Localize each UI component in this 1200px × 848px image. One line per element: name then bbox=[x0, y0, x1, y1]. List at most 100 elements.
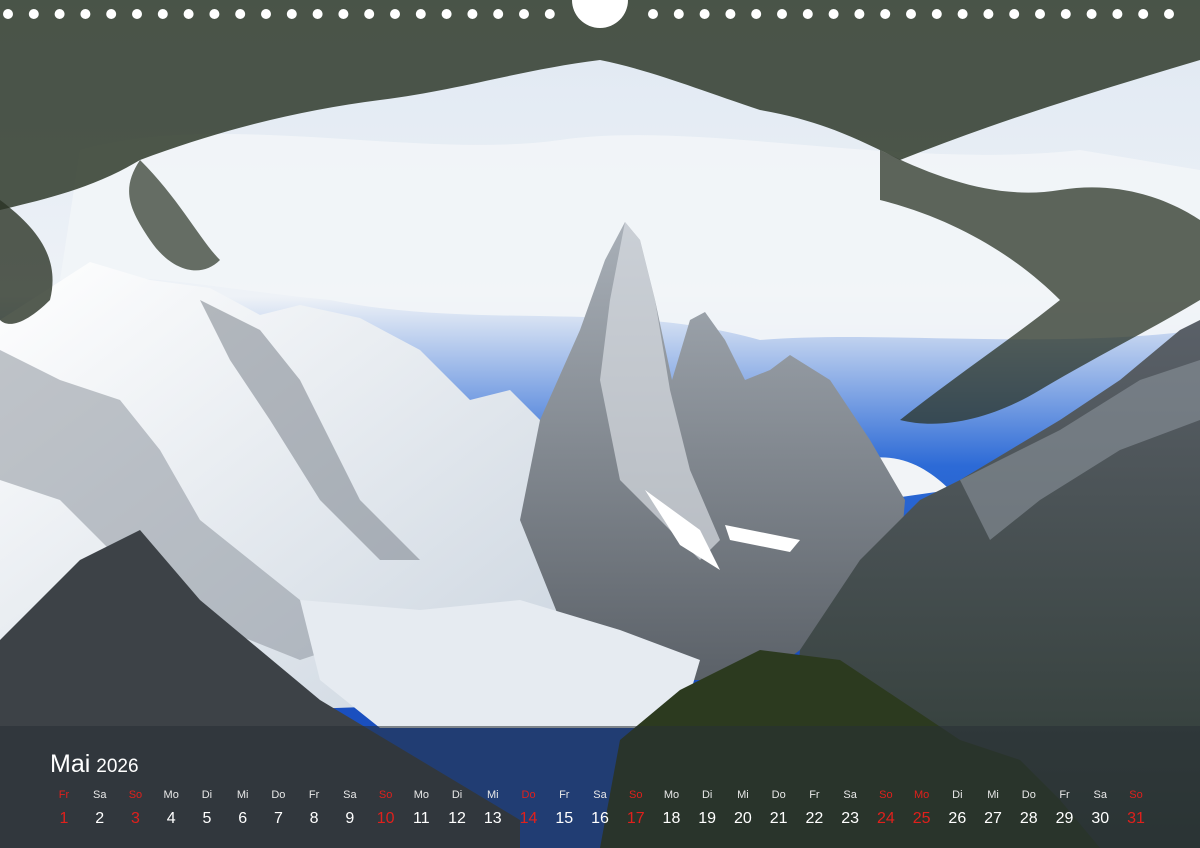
binding-hole bbox=[132, 9, 142, 19]
month-name: Mai bbox=[50, 750, 91, 778]
weekday-label: Fr bbox=[58, 789, 70, 801]
weekday-label: Mi bbox=[737, 789, 749, 801]
day-number: 26 bbox=[948, 810, 967, 827]
weekday-label: Di bbox=[201, 789, 213, 801]
day-number: 12 bbox=[448, 810, 466, 827]
weekday-label: Do bbox=[271, 789, 286, 801]
weekday-label: Sa bbox=[343, 789, 357, 801]
weekday-label: Mi bbox=[486, 789, 499, 801]
day-number: 7 bbox=[273, 810, 283, 827]
weekday-label: Mo bbox=[913, 789, 930, 801]
binding-hole bbox=[3, 9, 13, 19]
binding-hole bbox=[1112, 9, 1123, 19]
weekday-label: Do bbox=[521, 789, 536, 801]
day-number: 18 bbox=[662, 810, 681, 827]
binding-hole bbox=[906, 9, 916, 19]
binding-hole bbox=[725, 9, 736, 19]
day-number: 3 bbox=[131, 810, 140, 827]
calendar-page: Mai 2026 Fr 1 Sa 2 So 3 Mo 4 Di 5 Mi 6 Do 7 Fr 8 Sa 9 So 10 M… bbox=[0, 0, 1200, 848]
hanger-notch bbox=[572, 0, 628, 28]
day-number: 10 bbox=[376, 810, 395, 827]
weekday-label: Sa bbox=[843, 789, 857, 801]
binding-hole bbox=[828, 9, 839, 19]
weekday-label: Sa bbox=[593, 789, 607, 801]
binding-hole bbox=[1035, 9, 1045, 19]
binding-hole bbox=[183, 9, 194, 19]
day-number: 27 bbox=[984, 810, 1002, 827]
day-number: 23 bbox=[841, 810, 860, 827]
binding-hole bbox=[209, 9, 220, 19]
day-number: 13 bbox=[483, 810, 502, 827]
binding-hole bbox=[699, 9, 710, 19]
weekday-label: Sa bbox=[92, 789, 107, 801]
binding-hole bbox=[931, 9, 942, 19]
binding-hole bbox=[364, 9, 375, 19]
weekday-label: Mo bbox=[413, 789, 429, 801]
binding-hole bbox=[1009, 9, 1020, 19]
day-number: 30 bbox=[1091, 810, 1110, 827]
day-number: 14 bbox=[519, 810, 538, 827]
weekday-label: Fr bbox=[308, 789, 320, 801]
binding-hole bbox=[544, 9, 555, 19]
weekday-label: Do bbox=[1021, 789, 1036, 801]
binding-hole bbox=[880, 9, 891, 19]
day-number: 4 bbox=[166, 810, 176, 827]
day-number: 2 bbox=[95, 810, 105, 827]
binding-hole bbox=[1086, 9, 1097, 19]
weekday-label: So bbox=[378, 789, 393, 801]
weekday-label: Fr bbox=[559, 789, 570, 801]
binding-hole bbox=[312, 9, 323, 19]
day-number: 11 bbox=[413, 810, 430, 827]
weekday-label: Mo bbox=[663, 789, 680, 801]
binding-hole bbox=[751, 9, 762, 19]
weekday-label: Do bbox=[771, 789, 786, 801]
weekday-label: Di bbox=[451, 789, 463, 801]
binding-hole bbox=[957, 9, 968, 19]
weekday-label: Fr bbox=[809, 789, 820, 801]
binding-hole bbox=[1164, 9, 1174, 19]
day-number: 8 bbox=[309, 810, 319, 827]
binding-hole bbox=[261, 9, 271, 19]
weekday-label: So bbox=[128, 789, 143, 801]
day-number: 1 bbox=[59, 810, 69, 827]
day-number: 19 bbox=[698, 810, 717, 827]
weekday-label: So bbox=[628, 789, 643, 801]
weekday-label: So bbox=[1129, 789, 1143, 801]
binding-hole bbox=[441, 9, 452, 19]
day-number: 6 bbox=[238, 810, 248, 827]
binding-hole bbox=[802, 9, 813, 19]
binding-hole bbox=[777, 9, 787, 19]
binding-hole bbox=[106, 9, 117, 19]
binding-hole bbox=[157, 9, 168, 19]
weekday-label: Mo bbox=[163, 789, 179, 801]
weekday-label: Sa bbox=[1093, 789, 1107, 801]
day-number: 31 bbox=[1127, 810, 1145, 827]
day-number: 20 bbox=[734, 810, 752, 827]
binding-hole bbox=[235, 9, 246, 19]
day-number: 25 bbox=[912, 810, 931, 827]
binding-hole bbox=[390, 9, 400, 19]
day-number: 28 bbox=[1019, 810, 1038, 827]
binding-hole bbox=[519, 9, 529, 19]
binding-hole bbox=[493, 9, 504, 19]
spiral-binding bbox=[3, 0, 1174, 28]
binding-hole bbox=[54, 9, 65, 19]
calendar-band bbox=[0, 726, 1200, 848]
weekday-label: Mi bbox=[236, 789, 249, 801]
day-number: 16 bbox=[591, 810, 609, 827]
year: 2026 bbox=[96, 756, 139, 777]
binding-hole bbox=[415, 9, 426, 19]
mountain-photo bbox=[0, 0, 1200, 848]
day-number: 17 bbox=[626, 810, 645, 827]
binding-hole bbox=[673, 9, 684, 19]
weekday-label: Fr bbox=[1059, 789, 1070, 801]
binding-hole bbox=[1060, 9, 1071, 19]
day-number: 21 bbox=[769, 810, 788, 827]
binding-hole bbox=[983, 9, 994, 19]
day-number: 24 bbox=[876, 810, 895, 827]
binding-hole bbox=[648, 9, 658, 19]
binding-hole bbox=[286, 9, 297, 19]
binding-hole bbox=[467, 9, 478, 19]
weekday-label: Mi bbox=[987, 789, 999, 801]
day-number: 9 bbox=[345, 810, 355, 827]
